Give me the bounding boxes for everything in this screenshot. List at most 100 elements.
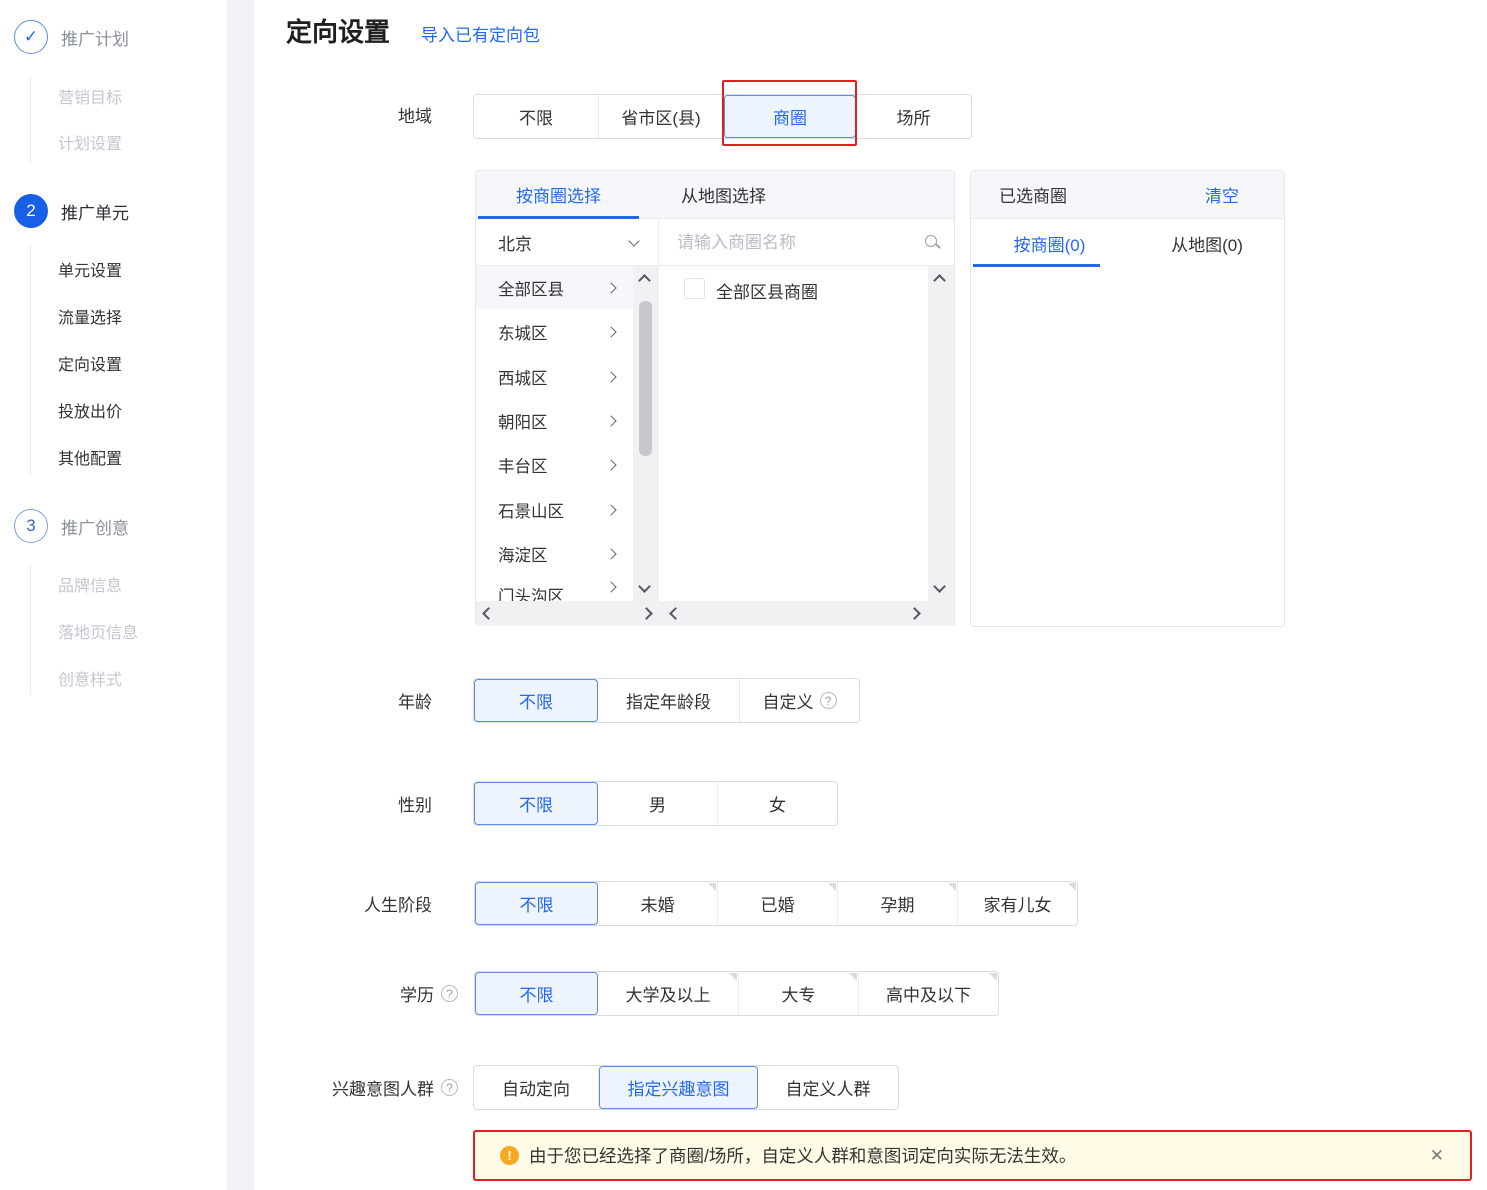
- region-option-label: 省市区(县): [621, 104, 700, 129]
- gender-option-unlimited[interactable]: 不限: [474, 782, 598, 825]
- scroll-right-icon[interactable]: [640, 607, 653, 620]
- chevron-right-icon: [605, 371, 616, 382]
- scroll-up-icon[interactable]: [638, 274, 651, 287]
- interest-option-custom-audience[interactable]: 自定义人群: [758, 1066, 898, 1109]
- sidebar-item-bidding[interactable]: 投放出价: [58, 399, 122, 421]
- district-item-dongcheng[interactable]: 东城区: [476, 310, 633, 354]
- scrollbar-thumb[interactable]: [639, 301, 652, 456]
- all-district-business-area-label[interactable]: 全部区县商圈: [716, 278, 818, 303]
- district-item-shijingshan[interactable]: 石景山区: [476, 488, 633, 532]
- scroll-down-icon[interactable]: [933, 580, 946, 593]
- gender-option-male[interactable]: 男: [598, 782, 717, 825]
- region-option-business-district[interactable]: 商圈: [723, 95, 856, 138]
- step-3-creative[interactable]: 3 推广创意: [14, 509, 129, 543]
- education-option-group: 不限 大学及以上 大专 高中及以下: [474, 971, 999, 1016]
- import-targeting-package-link[interactable]: 导入已有定向包: [421, 21, 540, 46]
- tab-label: 从地图选择: [681, 182, 766, 207]
- district-item-fengtai[interactable]: 丰台区: [476, 443, 633, 487]
- help-icon[interactable]: ?: [441, 985, 458, 1002]
- business-district-search-input[interactable]: [677, 233, 917, 253]
- corner-notch: [708, 883, 716, 891]
- gender-option-label: 不限: [519, 791, 553, 816]
- region-option-venue[interactable]: 场所: [856, 95, 971, 138]
- life-stage-option-married[interactable]: 已婚: [717, 882, 837, 925]
- education-option-label: 大专: [782, 981, 816, 1006]
- district-item-mentougou[interactable]: 门头沟区: [476, 577, 633, 601]
- interest-option-label: 自动定向: [502, 1075, 570, 1100]
- education-option-unlimited[interactable]: 不限: [475, 972, 598, 1015]
- step-2-ad-unit[interactable]: 2 推广单元: [14, 194, 129, 228]
- sidebar-item-other-config[interactable]: 其他配置: [58, 446, 122, 468]
- clear-selection-link[interactable]: 清空: [1205, 182, 1239, 207]
- age-option-label: 不限: [519, 688, 553, 713]
- scroll-down-icon[interactable]: [638, 580, 651, 593]
- region-option-province-city[interactable]: 省市区(县): [598, 95, 723, 138]
- search-lens: [925, 235, 937, 247]
- scroll-up-icon[interactable]: [933, 274, 946, 287]
- sidebar-item-plan-settings[interactable]: 计划设置: [58, 131, 122, 153]
- tab-select-by-district[interactable]: 按商圈选择: [476, 171, 641, 218]
- district-list-hscrollbar[interactable]: [476, 601, 659, 626]
- district-item-xicheng[interactable]: 西城区: [476, 355, 633, 399]
- tab-selected-by-district[interactable]: 按商圈(0): [971, 219, 1128, 267]
- tab-selected-from-map[interactable]: 从地图(0): [1128, 219, 1286, 267]
- sidebar-item-marketing-goal[interactable]: 营销目标: [58, 85, 122, 107]
- search-tail: [935, 243, 940, 248]
- scroll-right-icon[interactable]: [908, 607, 921, 620]
- business-area-list-scrollbar[interactable]: [928, 266, 954, 601]
- sidebar-scrollbar[interactable]: [227, 0, 254, 1190]
- interest-option-auto-targeting[interactable]: 自动定向: [474, 1066, 598, 1109]
- interest-option-specified-intent[interactable]: 指定兴趣意图: [598, 1066, 758, 1109]
- scroll-left-icon[interactable]: [482, 607, 495, 620]
- step-connector-line: [30, 246, 31, 474]
- chevron-right-icon: [605, 459, 616, 470]
- age-option-label: 自定义: [763, 688, 814, 713]
- gender-option-group: 不限 男 女: [473, 781, 838, 826]
- selected-panel-header: 已选商圈 清空: [971, 171, 1284, 219]
- step2-number-badge: 2: [14, 194, 48, 228]
- gender-option-female[interactable]: 女: [717, 782, 837, 825]
- search-icon[interactable]: [925, 235, 940, 250]
- warning-text: 由于您已经选择了商圈/场所，自定义人群和意图词定向实际无法生效。: [529, 1143, 1076, 1168]
- close-icon[interactable]: ✕: [1430, 1146, 1444, 1166]
- sidebar-item-creative-style[interactable]: 创意样式: [58, 667, 122, 689]
- education-option-label: 大学及以上: [626, 981, 711, 1006]
- age-option-unlimited[interactable]: 不限: [474, 679, 598, 722]
- life-stage-option-group: 不限 未婚 已婚 孕期 家有儿女: [474, 881, 1078, 926]
- life-stage-option-unmarried[interactable]: 未婚: [598, 882, 717, 925]
- help-icon[interactable]: ?: [820, 692, 837, 709]
- district-item-all[interactable]: 全部区县: [476, 266, 633, 310]
- all-district-business-area-checkbox[interactable]: [684, 278, 705, 299]
- chevron-right-icon: [605, 548, 616, 559]
- district-list-scrollbar[interactable]: [633, 266, 659, 601]
- district-item-chaoyang[interactable]: 朝阳区: [476, 399, 633, 443]
- help-icon[interactable]: ?: [441, 1079, 458, 1096]
- education-option-college-above[interactable]: 大学及以上: [598, 972, 738, 1015]
- sidebar-item-unit-settings[interactable]: 单元设置: [58, 258, 122, 280]
- tab-select-from-map[interactable]: 从地图选择: [641, 171, 806, 218]
- tab-label: 按商圈选择: [516, 182, 601, 207]
- step-connector-line: [30, 564, 31, 694]
- sidebar-item-targeting[interactable]: 定向设置: [58, 352, 122, 374]
- education-option-highschool-below[interactable]: 高中及以下: [858, 972, 998, 1015]
- business-area-hscrollbar[interactable]: [659, 601, 954, 626]
- step1-title: 推广计划: [61, 25, 129, 50]
- sidebar-item-brand-info[interactable]: 品牌信息: [58, 573, 122, 595]
- sidebar-item-traffic-select[interactable]: 流量选择: [58, 305, 122, 327]
- corner-notch: [828, 883, 836, 891]
- district-item-haidian[interactable]: 海淀区: [476, 532, 633, 576]
- sidebar-item-landing-page[interactable]: 落地页信息: [58, 620, 138, 642]
- life-stage-option-pregnancy[interactable]: 孕期: [837, 882, 957, 925]
- life-stage-option-unlimited[interactable]: 不限: [475, 882, 598, 925]
- age-option-specified-range[interactable]: 指定年龄段: [598, 679, 739, 722]
- step-1-campaign[interactable]: ✓ 推广计划: [14, 20, 129, 54]
- education-label-text: 学历: [400, 981, 434, 1006]
- scroll-left-icon[interactable]: [669, 607, 682, 620]
- region-option-unlimited[interactable]: 不限: [474, 95, 598, 138]
- education-option-associate[interactable]: 大专: [738, 972, 858, 1015]
- age-option-custom[interactable]: 自定义?: [739, 679, 859, 722]
- city-select[interactable]: 北京: [476, 219, 659, 266]
- life-stage-option-with-children[interactable]: 家有儿女: [957, 882, 1077, 925]
- search-box: [659, 219, 956, 266]
- picker-tabs: 按商圈选择 从地图选择: [476, 171, 954, 219]
